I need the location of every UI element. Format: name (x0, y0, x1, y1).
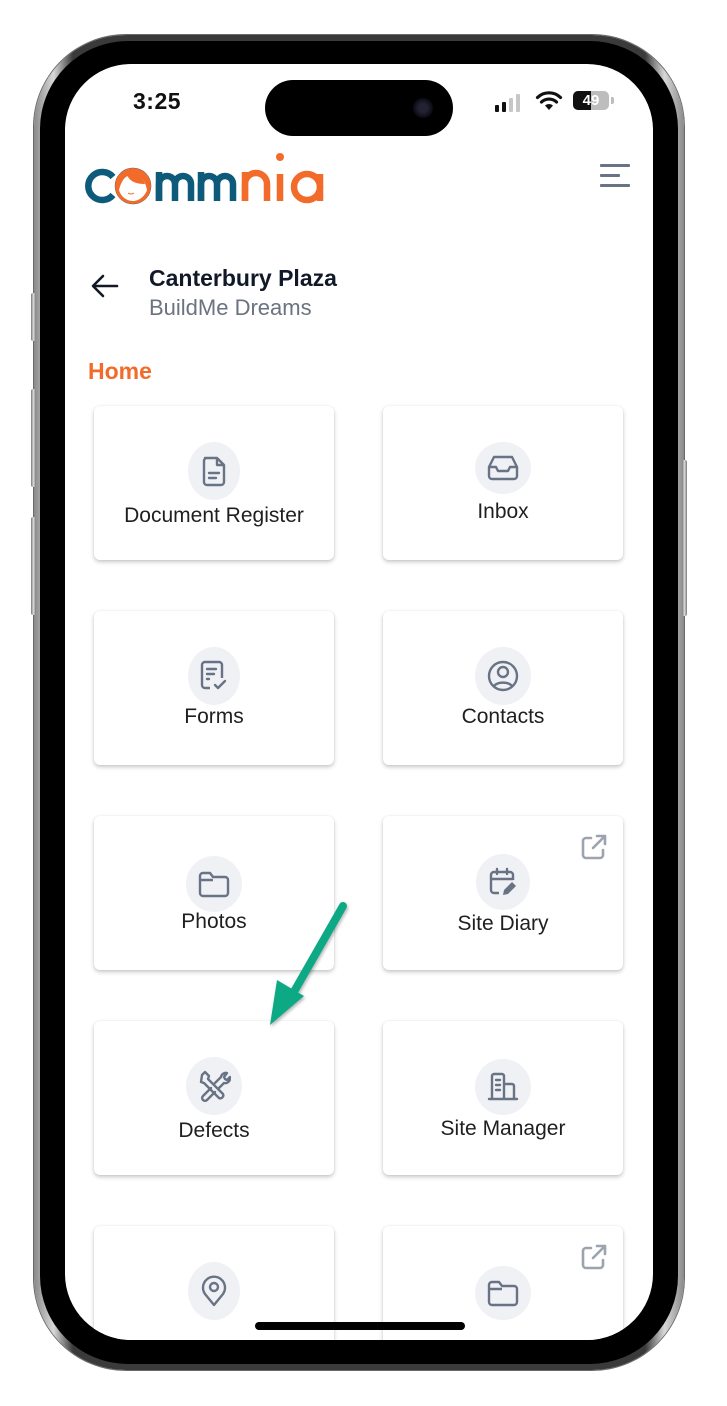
tile-site-manager[interactable]: Site Manager (383, 1021, 623, 1175)
tile-contacts[interactable]: Contacts (383, 611, 623, 765)
project-title: Canterbury Plaza (149, 265, 337, 291)
tile-inbox[interactable]: Inbox (383, 406, 623, 560)
tile-document-register[interactable]: Document Register (94, 406, 334, 560)
form-check-icon (200, 660, 227, 690)
folder-icon (198, 871, 230, 898)
power-button (682, 460, 687, 616)
section-home-label: Home (88, 358, 152, 384)
camera-icon (413, 98, 433, 118)
icon-circle (475, 1059, 531, 1115)
back-arrow-button[interactable] (89, 270, 121, 302)
tools-icon (199, 1070, 231, 1103)
icon-circle (475, 647, 531, 705)
tile-label: Defects (178, 1119, 250, 1142)
external-link-icon (581, 1244, 607, 1270)
icon-circle (188, 1262, 240, 1320)
document-icon (202, 456, 226, 487)
commnia-logo (85, 153, 324, 205)
tile-label: Inbox (477, 500, 529, 523)
user-circle-icon (487, 660, 519, 692)
tile-label: Forms (184, 705, 244, 728)
volume-up-button (31, 389, 36, 487)
hamburger-menu-button[interactable] (598, 162, 632, 190)
battery-tip (611, 97, 614, 104)
battery-percent: 49 (582, 92, 600, 109)
tile-label: Document Register (124, 504, 304, 527)
tile-label: Site Diary (457, 912, 549, 935)
inbox-tray-icon (487, 455, 519, 481)
signal-icon (495, 94, 520, 112)
tile-label: Contacts (461, 705, 545, 728)
status-bar: 3:25 49 (65, 64, 653, 144)
wifi-icon (535, 91, 563, 110)
icon-circle (475, 1266, 531, 1320)
status-time: 3:25 (133, 88, 182, 114)
project-subtitle: BuildMe Dreams (149, 295, 312, 320)
folder-icon (487, 1280, 519, 1307)
icon-circle (186, 1057, 242, 1115)
icon-circle (188, 647, 240, 705)
volume-down-button (31, 517, 36, 615)
map-pin-icon (201, 1275, 227, 1307)
tile-label: Site Manager (440, 1117, 566, 1140)
tile-site-diary[interactable]: Site Diary (383, 816, 623, 970)
icon-circle (475, 442, 531, 494)
tile-forms[interactable]: Forms (94, 611, 334, 765)
icon-circle (476, 854, 530, 910)
home-indicator (255, 1322, 465, 1330)
screen: 3:25 49 Canterbury Plaza BuildMe Dreams … (65, 64, 653, 1340)
calendar-edit-icon (489, 867, 516, 895)
action-button (31, 293, 36, 341)
tile-photos[interactable]: Photos (94, 816, 334, 970)
building-icon (487, 1072, 519, 1101)
external-link-icon (581, 834, 607, 860)
tile-label: Photos (181, 910, 247, 933)
dynamic-island (265, 80, 453, 136)
battery-icon: 49 (573, 91, 609, 110)
icon-circle (186, 856, 242, 912)
icon-circle (188, 442, 240, 500)
tile-defects[interactable]: Defects (94, 1021, 334, 1175)
